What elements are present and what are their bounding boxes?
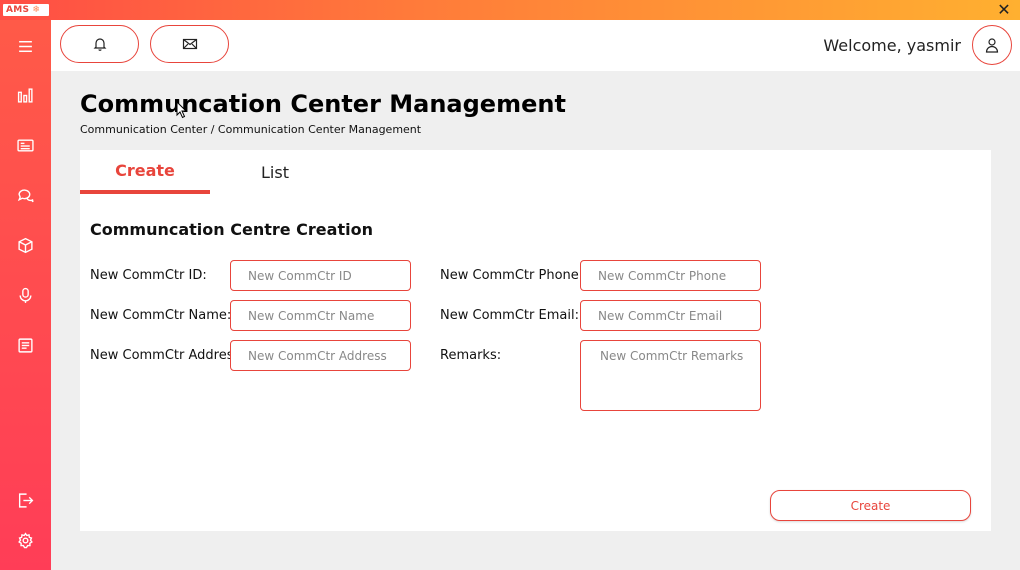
app-logo: AMS ❄	[3, 4, 49, 16]
envelope-icon	[182, 38, 197, 50]
cube-icon[interactable]	[13, 233, 37, 257]
commctr-name-label: New CommCtr Name:	[90, 308, 232, 323]
commctr-id-input[interactable]	[230, 260, 411, 291]
bell-icon	[93, 38, 106, 51]
commctr-phone-input[interactable]	[580, 260, 761, 291]
snowflake-icon: ❄	[32, 5, 41, 15]
close-icon[interactable]: ✕	[996, 1, 1012, 19]
settings-gear-icon[interactable]	[13, 528, 37, 552]
commctr-email-label: New CommCtr Email:	[440, 308, 579, 323]
messages-button[interactable]	[150, 25, 229, 63]
commctr-address-input[interactable]	[230, 340, 411, 371]
profile-button[interactable]	[972, 25, 1012, 65]
create-button[interactable]: Create	[770, 490, 971, 521]
bar-chart-icon[interactable]	[13, 83, 37, 107]
content-card: Create List Communcation Centre Creation…	[80, 150, 991, 531]
microphone-icon[interactable]	[13, 283, 37, 307]
page-title: Communcation Center Management	[80, 90, 566, 118]
chat-bubbles-icon[interactable]	[13, 183, 37, 207]
remarks-label: Remarks:	[440, 348, 502, 363]
commctr-id-label: New CommCtr ID:	[90, 268, 207, 283]
id-card-icon[interactable]	[13, 133, 37, 157]
form-title: Communcation Centre Creation	[90, 220, 373, 239]
commctr-phone-label: New CommCtr Phone:	[440, 268, 584, 283]
breadcrumb: Communication Center / Communication Cen…	[80, 123, 422, 136]
commctr-name-input[interactable]	[230, 300, 411, 331]
commctr-email-input[interactable]	[580, 300, 761, 331]
notifications-button[interactable]	[60, 25, 139, 63]
mouse-cursor-icon	[176, 101, 188, 119]
tab-list[interactable]: List	[210, 150, 340, 194]
top-header: Welcome, yasmir	[51, 20, 1020, 71]
document-icon[interactable]	[13, 333, 37, 357]
tab-create[interactable]: Create	[80, 150, 210, 194]
remarks-textarea[interactable]	[580, 340, 761, 411]
logout-icon[interactable]	[13, 488, 37, 512]
welcome-text: Welcome, yasmir	[823, 36, 961, 55]
title-bar: AMS ❄ ✕	[0, 0, 1020, 20]
menu-icon[interactable]	[13, 34, 37, 58]
commctr-address-label: New CommCtr Address	[90, 348, 241, 363]
sidebar	[0, 20, 51, 570]
user-icon	[985, 38, 999, 53]
app-logo-text: AMS	[6, 5, 30, 15]
